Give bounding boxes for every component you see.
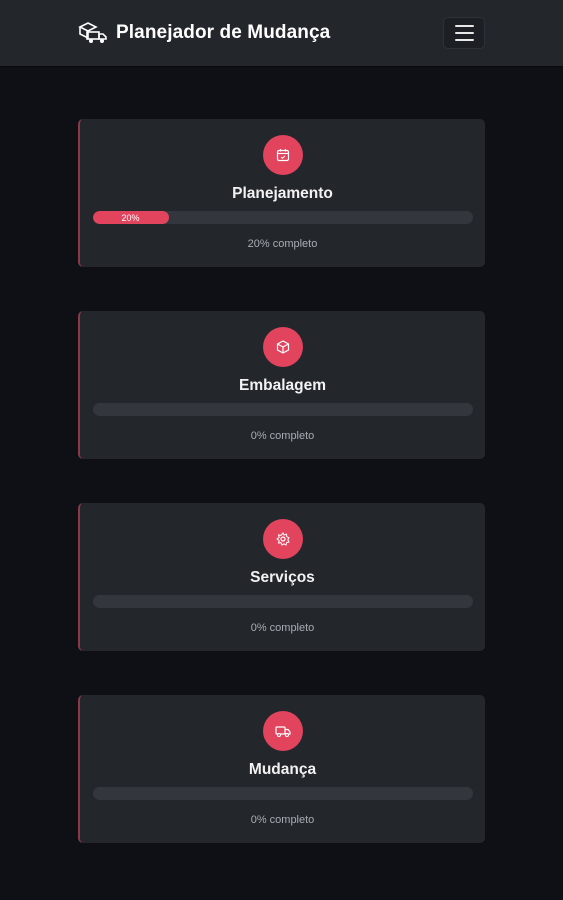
progress-bar [92,595,473,608]
hamburger-menu-icon [454,25,474,27]
app-title: Planejador de Mudança [116,22,331,43]
progress-status: 0% completo [250,622,315,634]
moving-truck-logo-icon [78,21,108,45]
progress-status: 0% completo [250,814,315,826]
task-cards: Planejamento 20% 20% completo Embalagem … [0,66,563,843]
progress-bar: 20% [92,211,473,224]
card-mudanca[interactable]: Mudança 0% completo [78,695,485,843]
progress-status: 0% completo [250,430,315,442]
card-embalagem[interactable]: Embalagem 0% completo [78,311,485,459]
card-title: Planejamento [232,185,333,202]
card-title: Mudança [248,761,317,778]
gear-icon [262,519,303,559]
card-planejamento[interactable]: Planejamento 20% 20% completo [78,119,485,267]
progress-bar [92,403,473,416]
menu-toggle-button[interactable] [443,17,485,49]
progress-fill: 20% [92,211,169,224]
calendar-icon [262,135,303,175]
card-title: Embalagem [238,377,326,394]
progress-status: 20% completo [247,238,318,250]
card-title: Serviços [250,569,315,586]
box-icon [262,327,303,367]
navbar: Planejador de Mudança [0,0,563,66]
progress-bar [92,787,473,800]
card-servicos[interactable]: Serviços 0% completo [78,503,485,651]
truck-icon [262,711,303,751]
brand[interactable]: Planejador de Mudança [78,21,330,45]
